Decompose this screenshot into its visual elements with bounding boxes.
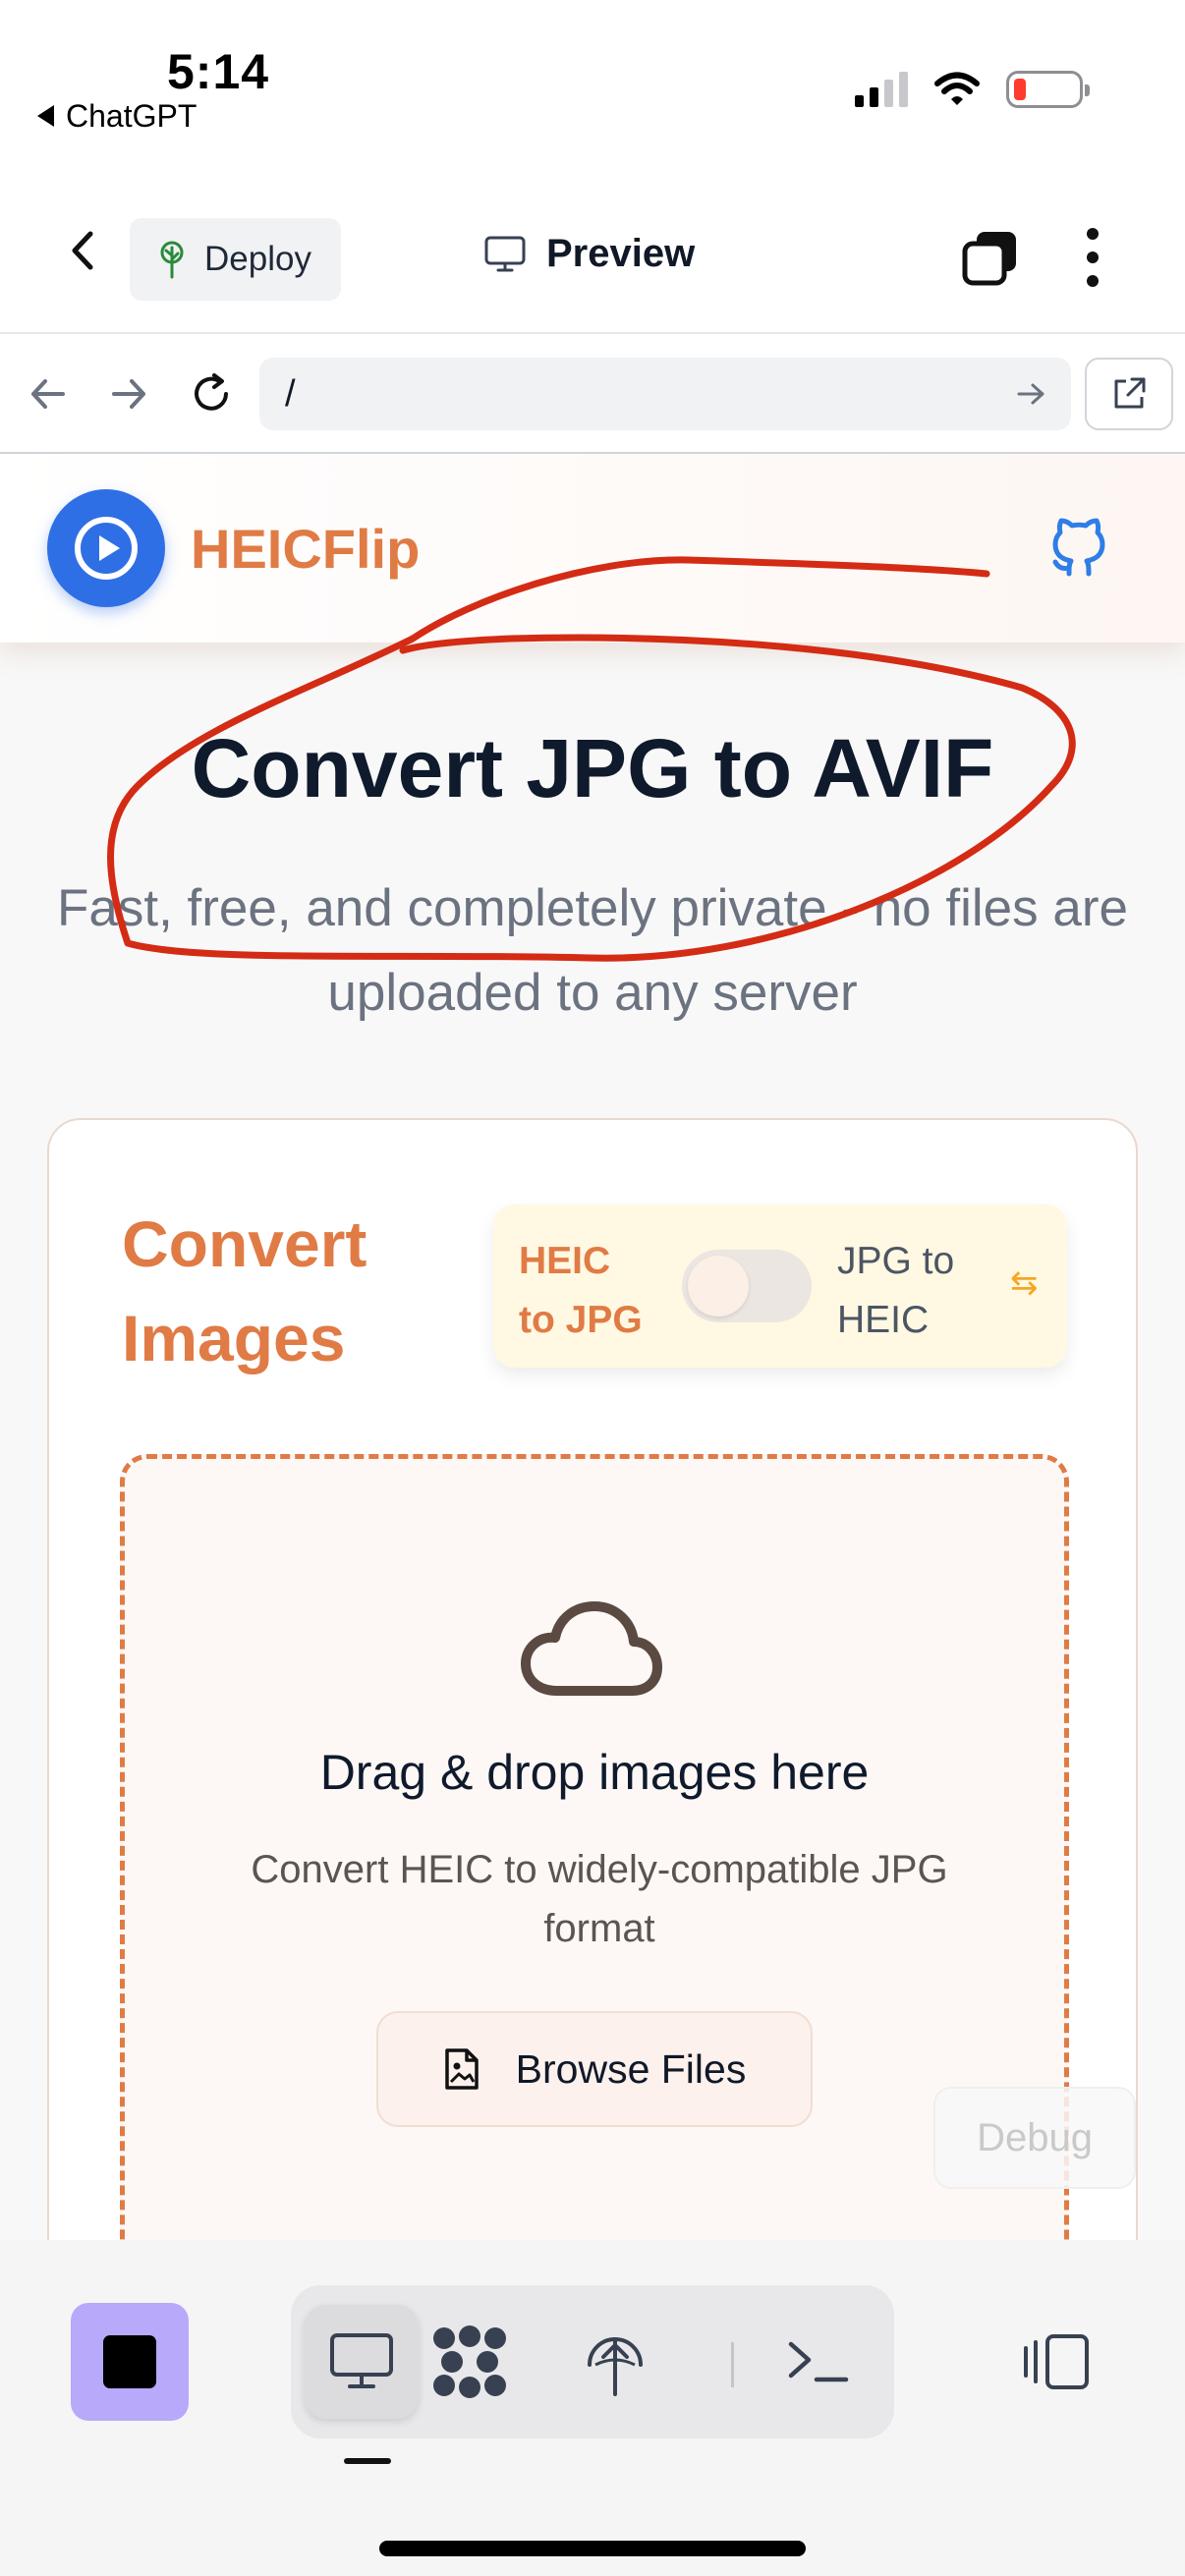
battery-icon: [1006, 71, 1090, 108]
deploy-tree-icon: [160, 241, 184, 279]
web-preview: HEICFlip Convert JPG to AVIF Fast, free,…: [0, 454, 1185, 2240]
conversion-mode-toggle: HEIC to JPG JPG to HEIC ⇆: [493, 1204, 1067, 1368]
stop-square-icon: [103, 2335, 156, 2388]
terminal-icon: [788, 2341, 849, 2382]
tab-database[interactable]: [413, 2305, 527, 2419]
card-title: Convert Images: [122, 1207, 367, 1374]
site-header: HEICFlip: [0, 454, 1185, 643]
deploy-button[interactable]: Deploy: [130, 218, 341, 301]
stop-button[interactable]: [71, 2303, 189, 2421]
monitor-icon: [330, 2333, 393, 2388]
status-icons: [855, 71, 1090, 108]
brand-name[interactable]: HEICFlip: [191, 517, 420, 581]
preview-title: Preview: [483, 232, 695, 276]
back-to-app-link[interactable]: ChatGPT: [37, 98, 197, 135]
go-arrow-icon[interactable]: [1016, 381, 1045, 407]
tab-terminal[interactable]: [761, 2305, 875, 2419]
active-tab-indicator: [344, 2458, 391, 2464]
toggle-left-label: HEIC to JPG: [519, 1240, 643, 1341]
github-icon[interactable]: [1044, 513, 1114, 584]
panel-layout-icon[interactable]: [1022, 2332, 1091, 2391]
nav-back-arrow-icon[interactable]: [24, 369, 73, 419]
bottom-bar: [0, 2240, 1185, 2576]
tabs-icon[interactable]: [961, 228, 1020, 287]
url-bar: /: [0, 334, 1185, 454]
external-link-icon: [1114, 377, 1146, 409]
reload-icon[interactable]: [187, 369, 236, 419]
back-triangle-icon: [37, 104, 54, 127]
cloud-icon: [521, 1601, 662, 1696]
swap-arrows-icon: ⇆: [1010, 1264, 1039, 1302]
deploy-label: Deploy: [204, 240, 311, 278]
dropzone-subtitle: Convert HEIC to widely-compatible JPG fo…: [251, 1848, 948, 1950]
toggle-right-label: JPG to HEIC: [837, 1240, 955, 1341]
mode-switch[interactable]: [682, 1250, 812, 1322]
status-time: 5:14: [167, 44, 270, 99]
preview-label: Preview: [546, 232, 696, 275]
back-app-label: ChatGPT: [66, 98, 198, 134]
url-input[interactable]: /: [259, 358, 1071, 430]
logo[interactable]: [47, 489, 165, 607]
deploy-globe-icon: [588, 2337, 643, 2396]
cellular-signal-icon: [855, 72, 908, 107]
top-toolbar: Deploy Preview: [0, 167, 1185, 334]
browse-files-button[interactable]: Browse Files: [376, 2011, 813, 2127]
more-options-icon[interactable]: [1081, 228, 1104, 287]
status-bar: 5:14 ChatGPT: [0, 0, 1185, 167]
browse-files-label: Browse Files: [515, 2045, 747, 2092]
hero-subtitle: Fast, free, and completely private - no …: [57, 879, 1128, 1022]
file-dropzone[interactable]: Drag & drop images here Convert HEIC to …: [120, 1454, 1069, 2240]
open-external-button[interactable]: [1085, 358, 1173, 430]
url-value: /: [285, 372, 296, 415]
tab-preview[interactable]: [305, 2305, 419, 2419]
converter-card: Convert Images HEIC to JPG JPG to HEIC ⇆…: [47, 1118, 1138, 2240]
switch-knob: [688, 1256, 749, 1316]
debug-button[interactable]: Debug: [933, 2087, 1136, 2189]
nodes-cluster-icon: [433, 2325, 506, 2398]
home-indicator: [379, 2541, 806, 2556]
view-switcher: [291, 2285, 894, 2438]
back-chevron-icon[interactable]: [59, 226, 108, 275]
play-logo-icon: [75, 517, 138, 580]
file-image-icon: [444, 2048, 479, 2090]
nav-forward-arrow-icon[interactable]: [104, 369, 153, 419]
tab-deploy[interactable]: [558, 2305, 672, 2419]
dropzone-title: Drag & drop images here: [319, 1745, 870, 1800]
divider: [731, 2342, 734, 2387]
monitor-icon: [484, 236, 526, 271]
wifi-icon: [934, 72, 980, 105]
hero-title: Convert JPG to AVIF: [191, 722, 994, 814]
